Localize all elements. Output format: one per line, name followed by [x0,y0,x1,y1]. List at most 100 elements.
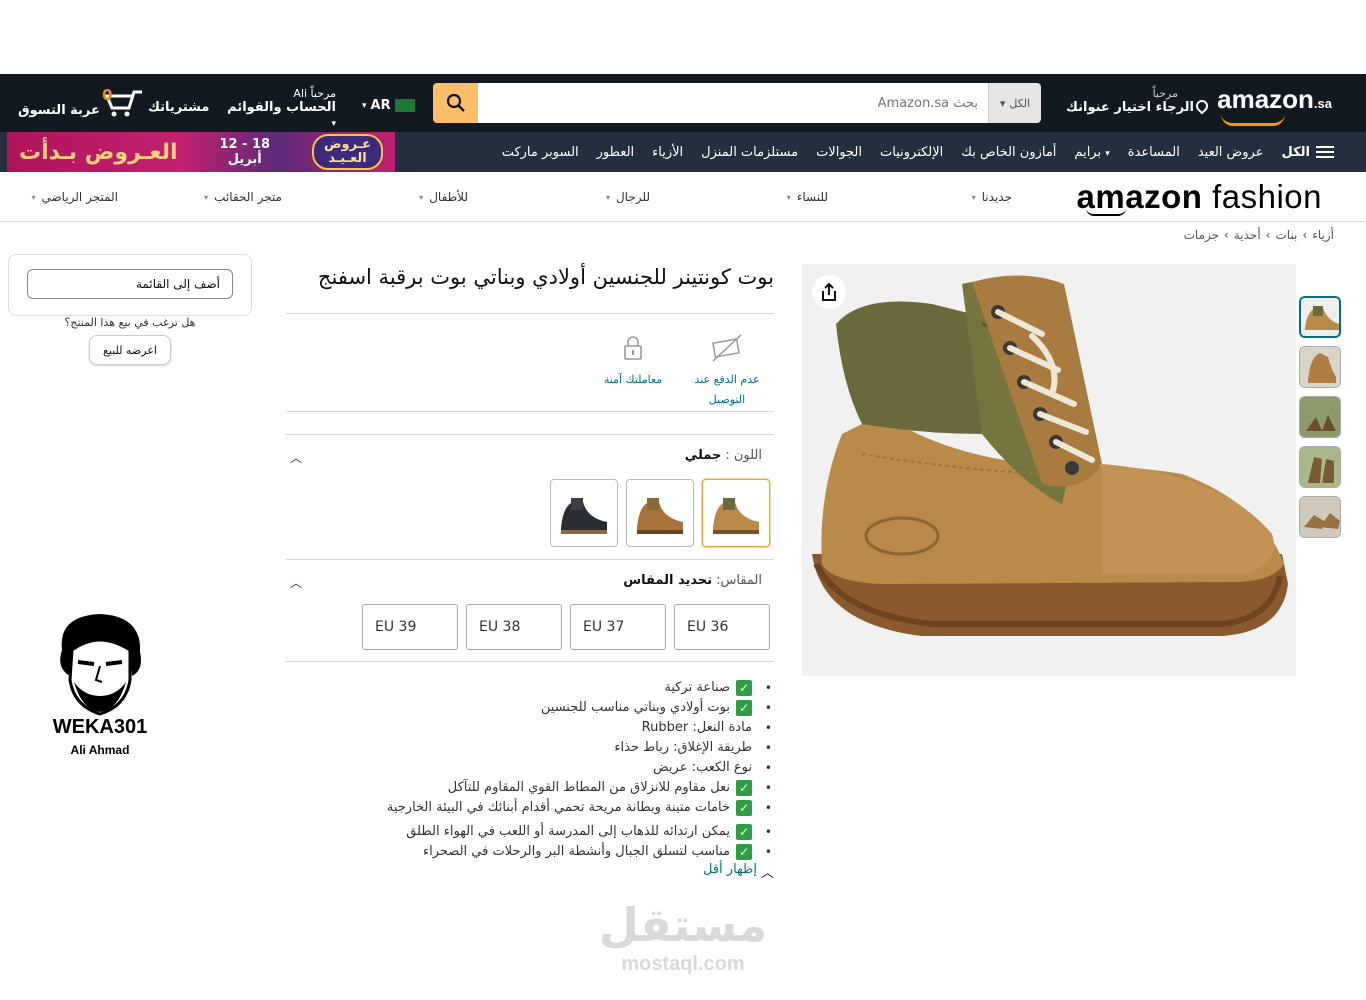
bullet-item: ✓ خامات متينة وبطانة مريحة تحمي أقدام أبن… [354,798,774,818]
size-value: تحديد المقاس [623,573,713,588]
nav-item-home[interactable]: مستلزمات المنزل [701,145,798,160]
cart-button[interactable]: 0 عربة التسوق [18,86,144,118]
sell-question: هل ترغب في بيع هذا المنتج؟ [64,316,196,329]
size-key: المقاس: [716,573,762,588]
promo-badge: عـروض العـيـد [312,134,383,170]
color-swatch-brown[interactable] [626,479,694,547]
size-option-eu36[interactable]: EU 36 [674,604,770,650]
chevron-down-icon: ▾ [999,96,1006,110]
thumbnail-5[interactable] [1299,496,1341,538]
fashion-menu-kids-label: للأطفال [429,190,468,204]
nav-all[interactable]: الكل [1281,145,1334,160]
promo-dates-range: 12 - 18 [219,137,271,152]
nav-all-label: الكل [1281,144,1310,160]
account-menu[interactable]: مرحباً Ali الحساب والقوائم ▾ [224,87,336,130]
sell-button[interactable]: اعرضه للبيع [89,335,171,365]
show-less-label: إظهار أقل [702,862,757,877]
fashion-menu-new[interactable]: جديدنا ▾ [972,190,1012,204]
nav-item-perfumes[interactable]: العطور [597,145,635,160]
fashion-menu-women-label: للنساء [796,190,828,204]
bullet-item: ✓ يمكن ارتدائه للذهاب إلى المدرسة أو اللع… [354,822,774,842]
fashion-menu-women[interactable]: للنساء ▾ [787,190,828,204]
size-option-eu38[interactable]: EU 38 [466,604,562,650]
nav-bar: الكل عروض العيد المساعدة برايم ▾ أمازون … [0,132,1366,172]
watermark-name: WEKA301 [52,716,148,738]
collapse-color-icon[interactable]: ︿ [290,449,302,466]
eid-promo-banner[interactable]: عـروض العـيـد 12 - 18 أبريل العـروض بـدأ… [7,132,395,172]
bullet-text: صناعة تركية [664,680,730,695]
size-option-eu39[interactable]: EU 39 [362,604,458,650]
hamburger-icon [1316,146,1334,158]
bullet-item: ✓ مناسب لتسلق الجبال وأنشطة البر والرحلات… [354,842,774,862]
thumbnail-4[interactable] [1299,446,1341,488]
chevron-down-icon: ▾ [971,192,976,202]
logo-text: amazon [1217,84,1314,114]
breadcrumb-girls[interactable]: بنات [1275,228,1297,242]
product-title: بوت كونتينر للجنسين أولادي وبناتي بوت بر… [317,265,774,289]
thumbnail-3[interactable] [1299,396,1341,438]
nav-item-electronics[interactable]: الإلكترونيات [880,145,943,160]
fashion-logo-smile [1086,208,1126,216]
deliver-greeting: مرحباً [1152,87,1178,100]
search-category-select[interactable]: ▾ الكل [988,83,1041,123]
nav-item-prime[interactable]: برايم ▾ [1074,145,1109,160]
color-value: جملي [684,448,722,463]
fashion-menu-men-label: للرجال [615,190,650,204]
nav-item-your-amazon[interactable]: أمازون الخاص بك [961,145,1056,160]
chevron-down-icon: ▾ [31,192,36,202]
watermark-subtitle: Ali Ahmad [70,743,130,757]
fashion-menu-new-label: جديدنا [981,190,1012,204]
fashion-menu-bags[interactable]: متجر الحقائب ▾ [204,190,282,204]
divider [286,313,774,314]
boot-swatch-image [713,498,759,534]
breadcrumb-shoes[interactable]: أحذية [1234,228,1261,242]
nav-item-eid-deals[interactable]: عروض العيد [1198,145,1264,160]
breadcrumb: أزياء › بنات › أحذية › جزمات [1184,228,1334,242]
cart-label: عربة التسوق [18,103,100,118]
amazon-logo[interactable]: amazon.sa [1217,84,1332,126]
search-button[interactable] [433,83,478,123]
feature-no-cod[interactable]: عدم الدفع عند التوصيل [682,330,772,410]
nav-item-prime-label: برايم [1074,144,1102,160]
color-swatch-camel[interactable] [702,479,770,547]
bullet-item: ✓ نعل مقاوم للانزلاق من المطاط القوي المق… [354,778,774,798]
nav-item-mobiles[interactable]: الجوالات [816,145,862,160]
bullet-text: بوت أولادي وبناتي مناسب للجنسين [540,700,730,715]
orders-link[interactable]: مشترياتك [148,100,209,115]
fashion-bar: amazon fashion جديدنا ▾ للنساء ▾ للرجال ▾ ل… [0,172,1366,222]
breadcrumb-separator: › [1265,228,1271,242]
share-button[interactable] [812,275,846,309]
product-bullets: ✓ صناعة تركية ✓ بوت أولادي وبناتي مناسب لل… [354,678,774,862]
breadcrumb-boots[interactable]: جزمات [1184,228,1219,242]
divider [286,559,774,560]
boot-thumbnail-image [1300,347,1340,387]
breadcrumb-fashion[interactable]: أزياء [1312,228,1334,242]
nav-item-help[interactable]: المساعدة [1128,145,1180,160]
language-selector[interactable]: ▾ AR [362,98,415,113]
thumbnail-2[interactable] [1299,346,1341,388]
nav-item-fashion[interactable]: الأزياء [652,145,683,160]
chevron-up-icon: ︿ [760,866,774,881]
promo-badge-line2: العـيـد [328,151,367,166]
product-main-image[interactable] [802,264,1296,676]
search-input[interactable] [478,83,988,123]
fashion-menu-sports[interactable]: المتجر الرياضي ▾ [31,190,118,204]
fashion-menu-kids[interactable]: للأطفال ▾ [419,190,468,204]
color-swatch-black[interactable] [550,479,618,547]
size-option-eu37[interactable]: EU 37 [570,604,666,650]
face-illustration [60,614,142,716]
nav-item-supermarket[interactable]: السوبر ماركت [502,145,579,160]
show-less-link[interactable]: ︿ إظهار أقل [703,862,774,881]
thumbnail-1[interactable] [1299,296,1341,338]
account-greeting: مرحباً Ali [293,87,336,100]
fashion-menu-men[interactable]: للرجال ▾ [606,190,650,204]
promo-dates: 12 - 18 أبريل [219,137,270,167]
bullet-item: ✓ صناعة تركية [354,678,774,698]
deliver-to[interactable]: مرحباً الرجاء اختيار عنوانك [1066,87,1194,115]
boot-image [812,275,1288,636]
collapse-size-icon[interactable]: ︿ [290,574,302,591]
feature-secure[interactable]: معاملتك آمنة [588,330,678,390]
search-icon [446,93,465,112]
chevron-down-icon: ▾ [362,100,367,111]
add-to-list-button[interactable]: أضف إلى القائمة [27,269,233,299]
